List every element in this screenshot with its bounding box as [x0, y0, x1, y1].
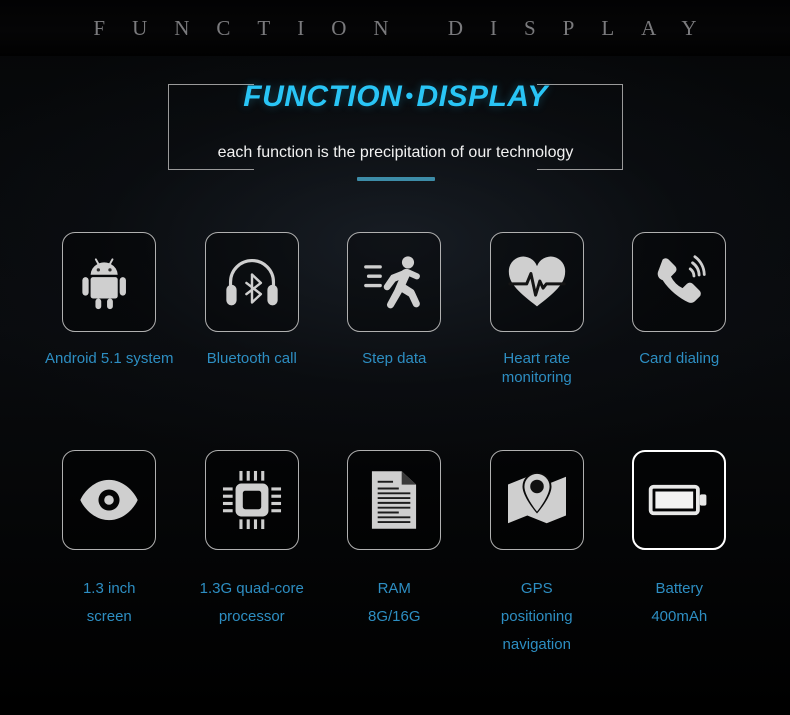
bluetooth-headphones-icon [222, 254, 282, 310]
function-display-page: FUNCTION DISPLAY FUNCTION • DISPLAY each f… [0, 0, 790, 715]
title-underline [168, 177, 623, 181]
feature-icon-box [204, 232, 299, 332]
feature-label: 1.3G quad-core processor [199, 580, 304, 625]
heart-pulse-icon [507, 254, 567, 310]
running-person-icon [363, 254, 425, 310]
feature-item-android[interactable]: Android 5.1 system [38, 232, 181, 387]
feature-item-step-data[interactable]: Step data [323, 232, 466, 387]
feature-label: Step data [362, 350, 427, 367]
feature-icon-box [204, 450, 299, 550]
feature-item-screen[interactable]: 1.3 inch screen [38, 450, 181, 659]
feature-item-card-dialing[interactable]: Card dialing [608, 232, 751, 387]
feature-icon-box [489, 232, 584, 332]
android-robot-icon [78, 251, 140, 313]
feature-icon-box [62, 450, 157, 550]
feature-item-ram[interactable]: RAM 8G/16G [323, 450, 466, 659]
feature-row-2: 1.3 inch screen 1.3G quad-core processor… [0, 450, 790, 659]
feature-item-gps[interactable]: GPS positioning navigation [466, 450, 609, 659]
feature-item-bluetooth[interactable]: Bluetooth call [181, 232, 324, 387]
feature-icon-box [632, 232, 727, 332]
map-pin-icon [506, 471, 568, 529]
page-title-left: FUNCTION [243, 80, 403, 113]
feature-label: Android 5.1 system [45, 350, 174, 367]
banner-title: FUNCTION DISPLAY [93, 15, 724, 40]
feature-item-heart-rate[interactable]: Heart rate monitoring [466, 232, 609, 387]
feature-icon-box [347, 232, 442, 332]
feature-icon-box [62, 232, 157, 332]
feature-icon-box [632, 450, 727, 550]
page-title: FUNCTION • DISPLAY [168, 80, 623, 114]
page-subtitle: each function is the precipitation of ou… [217, 144, 574, 161]
top-banner: FUNCTION DISPLAY [0, 0, 790, 56]
feature-icon-box [489, 450, 584, 550]
feature-item-processor[interactable]: 1.3G quad-core processor [181, 450, 324, 659]
cpu-chip-icon [222, 470, 282, 530]
eye-icon [78, 478, 140, 522]
feature-icon-box [347, 450, 442, 550]
feature-label: Heart rate monitoring [501, 350, 572, 386]
feature-item-battery[interactable]: Battery 400mAh [608, 450, 751, 659]
feature-label: Battery 400mAh [651, 580, 708, 625]
page-title-right: DISPLAY [416, 80, 548, 113]
title-dot-separator: • [405, 83, 414, 108]
document-icon [370, 469, 418, 531]
feature-label: GPS positioning navigation [500, 580, 573, 653]
feature-label: RAM 8G/16G [367, 580, 421, 625]
title-block: FUNCTION • DISPLAY each function is the pr… [168, 80, 623, 181]
phone-handset-icon [650, 253, 708, 311]
feature-row-1: Android 5.1 system Bluetooth call Step d… [0, 232, 790, 387]
feature-label: 1.3 inch screen [82, 580, 136, 625]
feature-label: Card dialing [639, 350, 720, 367]
feature-label: Bluetooth call [206, 350, 297, 367]
battery-icon [648, 483, 710, 517]
